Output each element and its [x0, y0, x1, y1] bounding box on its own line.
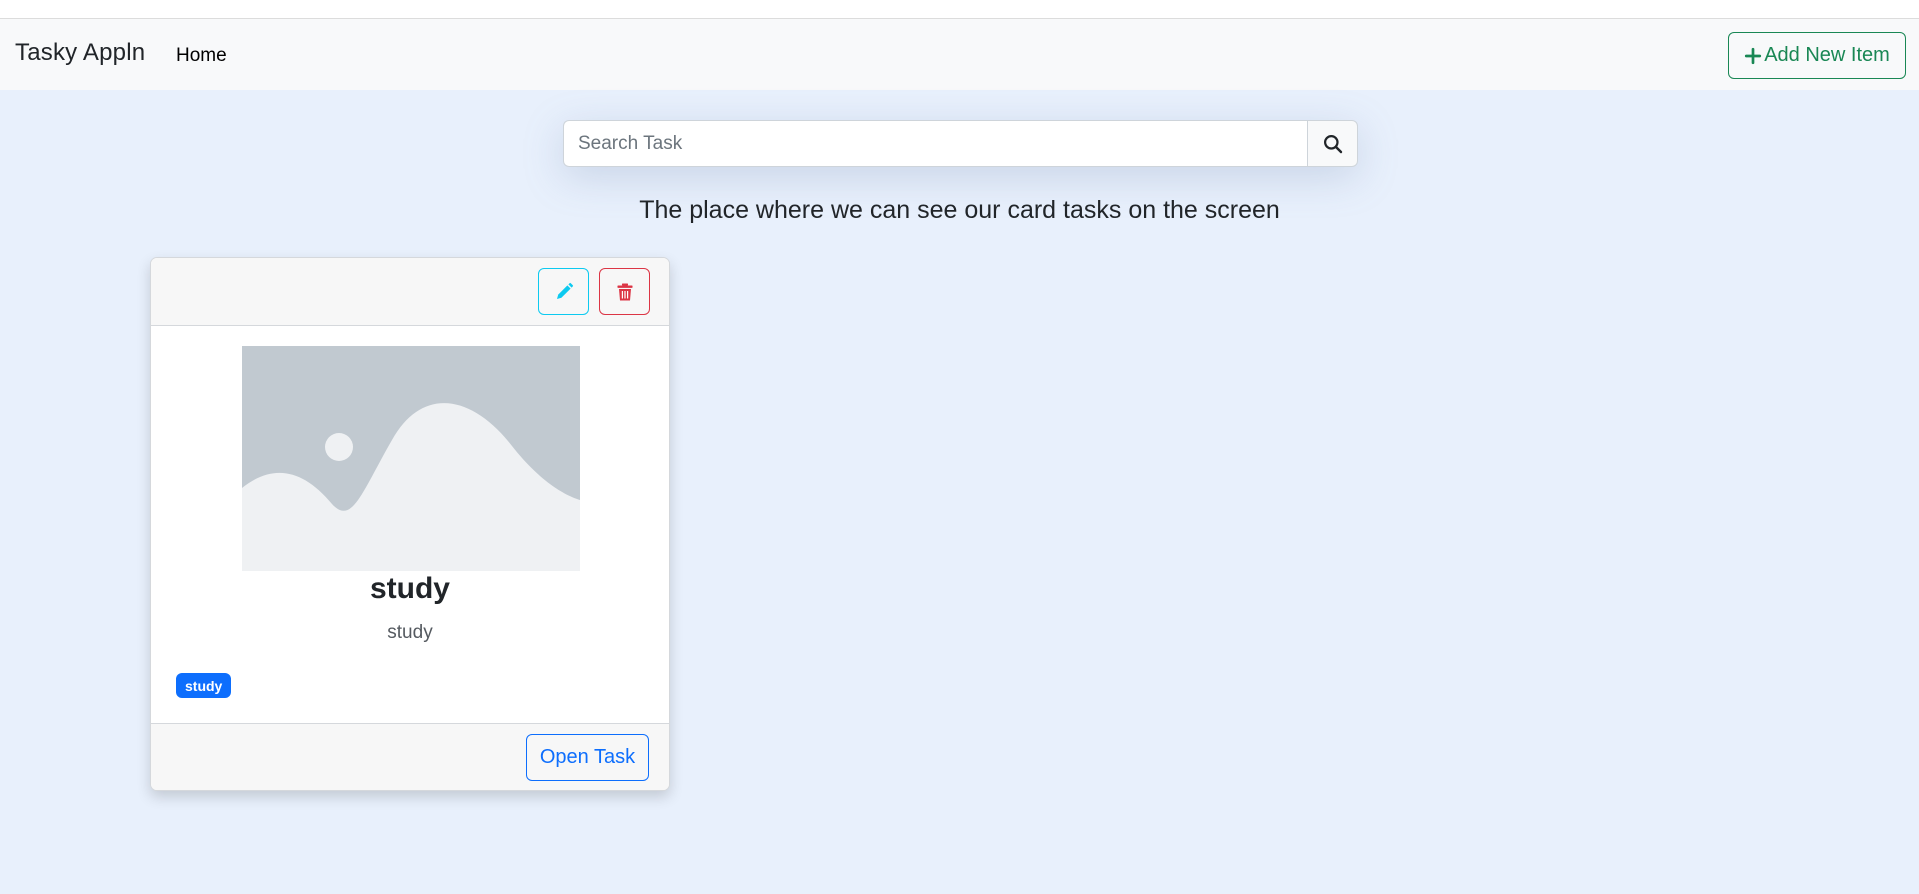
navbar: Tasky Appln Home Add New Item: [0, 19, 1919, 90]
search-bar: [563, 120, 1358, 167]
add-new-item-button[interactable]: Add New Item: [1728, 32, 1906, 79]
open-task-button[interactable]: Open Task: [526, 734, 649, 781]
card-header: [151, 258, 669, 326]
nav-link-home[interactable]: Home: [176, 45, 227, 67]
card-footer: Open Task: [151, 723, 669, 790]
search-input[interactable]: [563, 120, 1307, 167]
edit-task-button[interactable]: [538, 268, 589, 315]
add-new-item-label: Add New Item: [1764, 44, 1890, 66]
plus-icon: [1745, 47, 1762, 64]
browser-top-strip: [0, 0, 1919, 19]
delete-task-button[interactable]: [599, 268, 650, 315]
card-description: study: [387, 622, 433, 643]
trash-icon: [617, 283, 632, 300]
search-button[interactable]: [1307, 120, 1358, 167]
search-icon: [1323, 134, 1342, 153]
page-heading: The place where we can see our card task…: [639, 196, 1280, 224]
brand-logo-text[interactable]: Tasky Appln: [15, 39, 145, 67]
task-card: study study study Open Task: [150, 257, 670, 791]
card-title: study: [369, 572, 450, 605]
pencil-icon: [556, 282, 573, 299]
placeholder-image: [242, 346, 580, 571]
tag-badge: study: [176, 673, 232, 698]
